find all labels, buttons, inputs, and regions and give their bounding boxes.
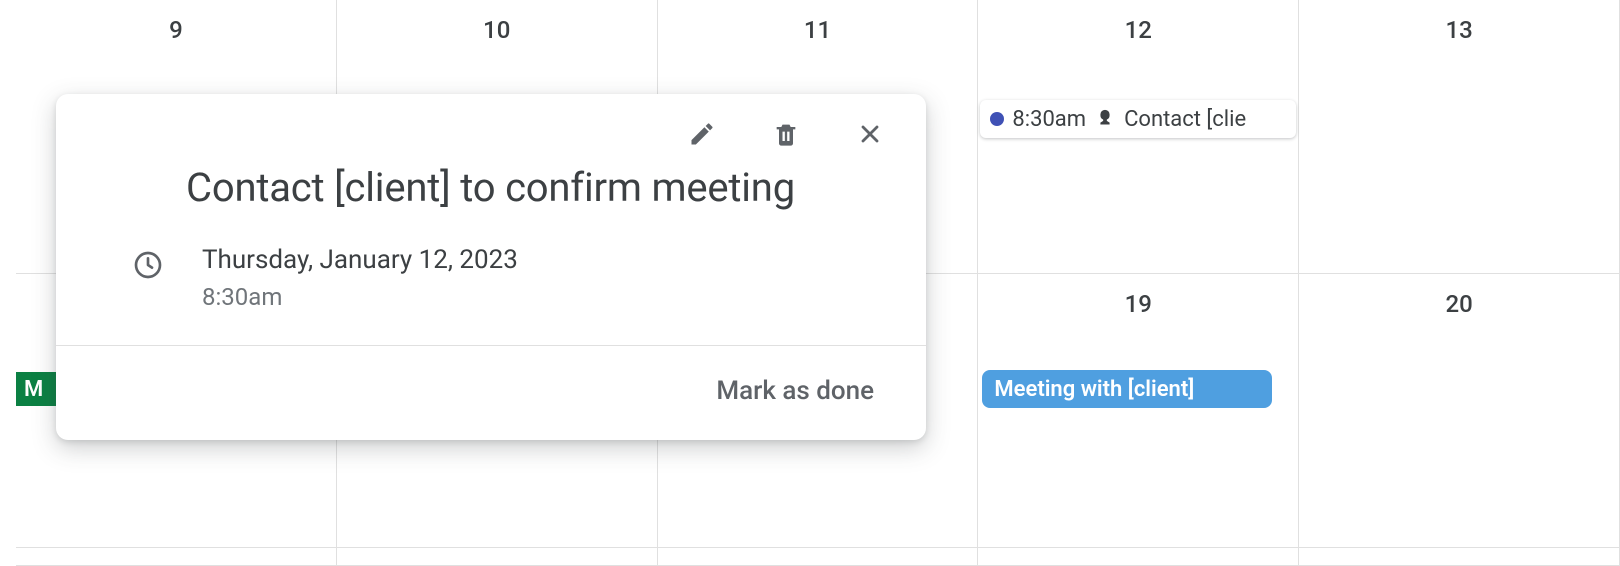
event-title: Meeting with [client] <box>994 377 1194 402</box>
day-cell-19[interactable]: 19 Meeting with [client] <box>978 274 1299 548</box>
popover-time: 8:30am <box>202 283 518 311</box>
task-time: 8:30am <box>1012 107 1086 132</box>
popover-footer: Mark as done <box>56 346 926 440</box>
event-chip-meeting-client[interactable]: Meeting with [client] <box>982 370 1272 408</box>
popover-toolbar <box>56 94 926 156</box>
date-number: 19 <box>978 274 1298 318</box>
day-cell-20[interactable]: 20 <box>1299 274 1620 548</box>
mark-as-done-button[interactable]: Mark as done <box>704 370 886 412</box>
calendar-dot-icon <box>990 112 1004 126</box>
day-cell-r3c4[interactable] <box>978 548 1299 566</box>
pencil-icon <box>688 120 716 152</box>
popover-date: Thursday, January 12, 2023 <box>202 245 518 275</box>
date-number: 11 <box>658 0 978 44</box>
day-cell-12[interactable]: 12 8:30am Contact [clie <box>978 0 1299 274</box>
date-number: 12 <box>978 0 1298 44</box>
edit-button[interactable] <box>682 116 722 156</box>
date-number: 10 <box>337 0 657 44</box>
day-cell-r3c2[interactable] <box>337 548 658 566</box>
day-cell-r3c5[interactable] <box>1299 548 1620 566</box>
close-icon <box>856 120 884 152</box>
day-cell-r3c1[interactable] <box>16 548 337 566</box>
clock-icon <box>128 245 168 281</box>
task-title: Contact [clie <box>1124 107 1246 132</box>
day-cell-13[interactable]: 13 <box>1299 0 1620 274</box>
date-number: 20 <box>1299 274 1619 318</box>
popover-datetime-row: Thursday, January 12, 2023 8:30am <box>56 211 926 345</box>
task-icon <box>1094 108 1116 130</box>
date-number: 13 <box>1299 0 1619 44</box>
date-number: 9 <box>16 0 336 44</box>
popover-title: Contact [client] to confirm meeting <box>56 156 926 211</box>
close-button[interactable] <box>850 116 890 156</box>
mark-as-done-label: Mark as done <box>716 376 874 406</box>
day-cell-r3c3[interactable] <box>658 548 979 566</box>
trash-icon <box>772 120 800 152</box>
task-chip-contact-client[interactable]: 8:30am Contact [clie <box>980 100 1296 138</box>
event-title-partial: M <box>24 377 43 402</box>
event-popover: Contact [client] to confirm meeting Thur… <box>56 94 926 440</box>
delete-button[interactable] <box>766 116 806 156</box>
